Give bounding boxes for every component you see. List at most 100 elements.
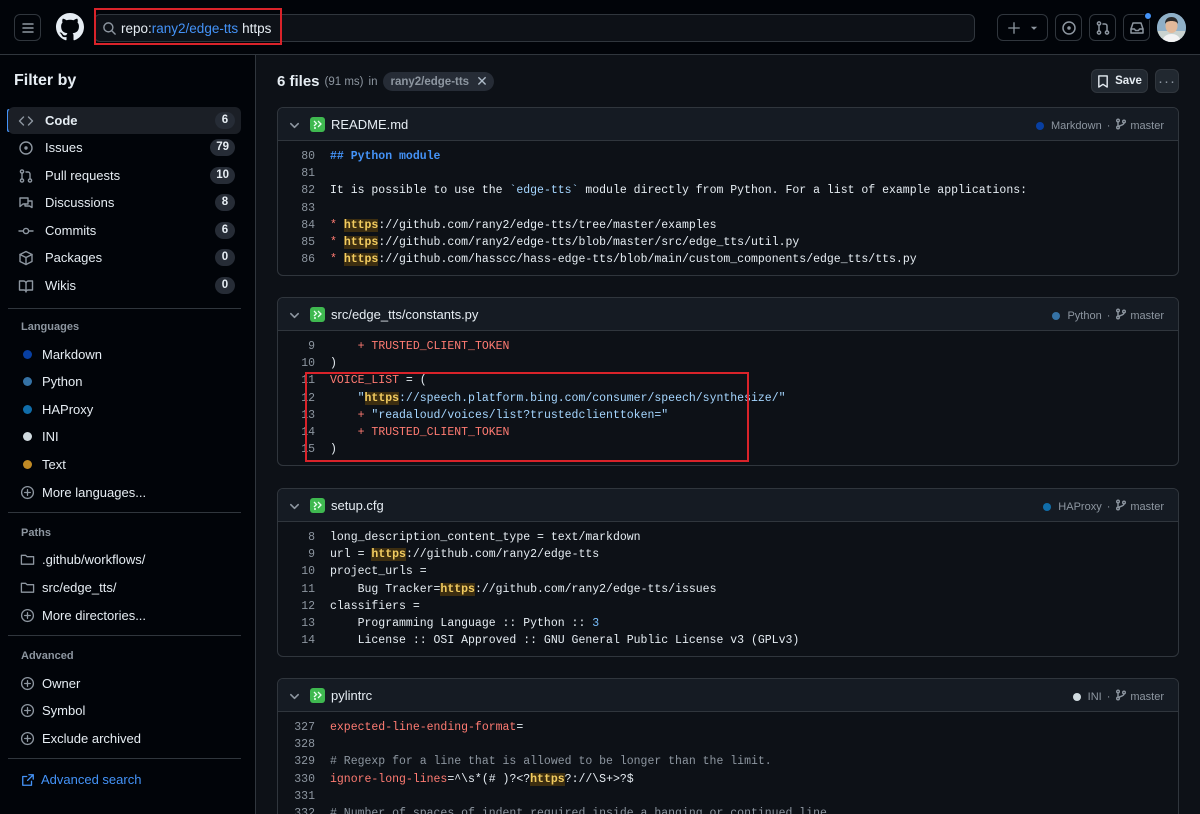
- list-bullet: *: [330, 235, 344, 249]
- filter-discussions[interactable]: Discussions 8: [8, 189, 241, 216]
- git-branch-icon: [1115, 689, 1130, 704]
- line-text: It is possible to use the `edge-tts` mod…: [330, 182, 1027, 199]
- more-languages-link[interactable]: More languages...: [20, 482, 146, 502]
- save-label: Save: [1115, 75, 1142, 87]
- file-result-card: pylintrc INI · master 327 expected-line-endin…: [277, 678, 1179, 814]
- file-name-link[interactable]: README.md: [331, 117, 408, 132]
- more-options-button[interactable]: ···: [1155, 69, 1179, 93]
- path-github-workflows[interactable]: .github/workflows/: [20, 549, 145, 569]
- advanced-search-label: Advanced search: [41, 772, 142, 787]
- issues-button[interactable]: [1055, 14, 1082, 41]
- file-name-link[interactable]: src/edge_tts/constants.py: [331, 307, 478, 322]
- meta-separator: ·: [1106, 690, 1111, 703]
- filter-commits[interactable]: Commits 6: [8, 217, 241, 244]
- filter-pull-requests[interactable]: Pull requests 10: [8, 162, 241, 189]
- search-input[interactable]: repo: rany2/edge-tts https: [94, 14, 975, 42]
- filter-count: 8: [215, 194, 235, 211]
- advanced-exclude-archived[interactable]: Exclude archived: [20, 728, 141, 748]
- inline-code: `edge-tts`: [509, 184, 579, 198]
- filter-label: Packages: [45, 250, 103, 265]
- line-number: 330: [294, 772, 315, 786]
- save-search-button[interactable]: Save: [1091, 69, 1148, 93]
- language-text[interactable]: Text: [21, 454, 66, 474]
- bookmark-icon: [1098, 74, 1108, 88]
- code-line: 15): [278, 441, 1178, 458]
- code-text: Programming Language :: Python ::: [330, 616, 593, 630]
- filter-count: 6: [215, 222, 235, 239]
- hamburger-icon: [21, 22, 34, 33]
- code-operator: +: [330, 340, 372, 353]
- folder-icon: [20, 582, 35, 593]
- code-identifier: TRUSTED_CLIENT_TOKEN: [371, 340, 510, 353]
- results-header: 6 files (91 ms) in rany2/edge-tts ✕: [277, 72, 494, 91]
- plus-circle-icon: [20, 731, 35, 745]
- language-color-dot: [23, 459, 32, 469]
- repo-filter-chip: rany2/edge-tts ✕: [383, 72, 494, 91]
- filter-wikis[interactable]: Wikis 0: [8, 272, 241, 299]
- code-line: 327 expected-line-ending-format=: [278, 719, 1178, 736]
- code-snippet: 8 long_description_content_type = text/ma…: [278, 522, 1178, 656]
- advanced-label: Owner: [42, 675, 81, 691]
- path-src-edge-tts[interactable]: src/edge_tts/: [20, 577, 116, 597]
- advanced-owner[interactable]: Owner: [20, 673, 80, 693]
- file-branch: master: [1130, 500, 1164, 513]
- line-text: + TRUSTED_CLIENT_TOKEN: [330, 424, 510, 441]
- filter-code[interactable]: Code 6: [8, 107, 241, 134]
- line-number: 11: [301, 374, 315, 388]
- avatar[interactable]: [1157, 13, 1186, 42]
- language-haproxy[interactable]: HAProxy: [21, 399, 93, 419]
- advanced-symbol[interactable]: Symbol: [20, 700, 85, 720]
- line-number: 82: [301, 184, 315, 198]
- code-identifier: TRUSTED_CLIENT_TOKEN: [371, 425, 510, 439]
- languages-title: Languages: [21, 321, 80, 333]
- search-match: https: [343, 253, 379, 267]
- code-line: 12 classifiers =: [278, 598, 1178, 615]
- file-result-header: setup.cfg HAProxy · master: [278, 489, 1178, 522]
- user-avatar-icon: [1157, 13, 1186, 42]
- code-line: 82 It is possible to use the `edge-tts` m…: [278, 182, 1178, 199]
- line-number: 10: [301, 565, 315, 579]
- code-text: ://github.com/rany2/edge-tts/issues: [474, 582, 717, 596]
- filter-title: Filter by: [14, 72, 77, 89]
- code-text: classifiers =: [330, 599, 420, 613]
- line-number: 80: [301, 150, 315, 163]
- chevron-down-icon[interactable]: [289, 309, 300, 320]
- language-python[interactable]: Python: [21, 371, 82, 391]
- filter-label: Pull requests: [45, 168, 121, 183]
- results-time: (91 ms): [324, 75, 364, 88]
- line-number: 83: [301, 201, 315, 215]
- pull-request-icon: [18, 168, 34, 184]
- line-number: 12: [301, 391, 315, 405]
- language-markdown[interactable]: Markdown: [21, 344, 102, 364]
- menu-button[interactable]: [14, 14, 41, 41]
- file-result-header: src/edge_tts/constants.py Python · master: [278, 298, 1178, 331]
- github-logo[interactable]: [56, 13, 84, 41]
- chevron-down-icon[interactable]: [289, 690, 300, 701]
- package-icon: [18, 250, 34, 266]
- more-directories-link[interactable]: More directories...: [20, 605, 146, 625]
- chevron-down-icon[interactable]: [289, 500, 300, 511]
- issue-icon: [18, 140, 34, 156]
- results-count: 6 files: [277, 73, 320, 90]
- file-name-link[interactable]: pylintrc: [331, 688, 372, 703]
- chevron-down-icon[interactable]: [289, 119, 300, 130]
- code-operator: =: [405, 374, 413, 388]
- notification-dot: [1144, 12, 1152, 20]
- language-label: INI: [42, 428, 59, 444]
- language-label: Python: [42, 373, 83, 389]
- file-meta: INI · master: [1072, 689, 1164, 704]
- string-quote: ": [357, 391, 365, 405]
- filter-packages[interactable]: Packages 0: [8, 244, 241, 271]
- pull-requests-button[interactable]: [1089, 14, 1116, 41]
- create-new-button[interactable]: [997, 14, 1048, 41]
- remove-filter-icon[interactable]: ✕: [476, 73, 488, 90]
- language-ini[interactable]: INI: [21, 426, 59, 446]
- top-header: repo: rany2/edge-tts https: [0, 0, 1200, 55]
- file-name-link[interactable]: setup.cfg: [331, 498, 384, 513]
- file-language: INI: [1087, 690, 1102, 703]
- advanced-search-link[interactable]: Advanced search: [21, 772, 141, 787]
- sidebar-divider: [8, 758, 241, 759]
- code-line: 14 + TRUSTED_CLIENT_TOKEN: [278, 424, 1178, 441]
- code-text: ://github.com/hasscc/hass-edge-tts/blob/…: [378, 253, 917, 267]
- filter-issues[interactable]: Issues 79: [8, 134, 241, 161]
